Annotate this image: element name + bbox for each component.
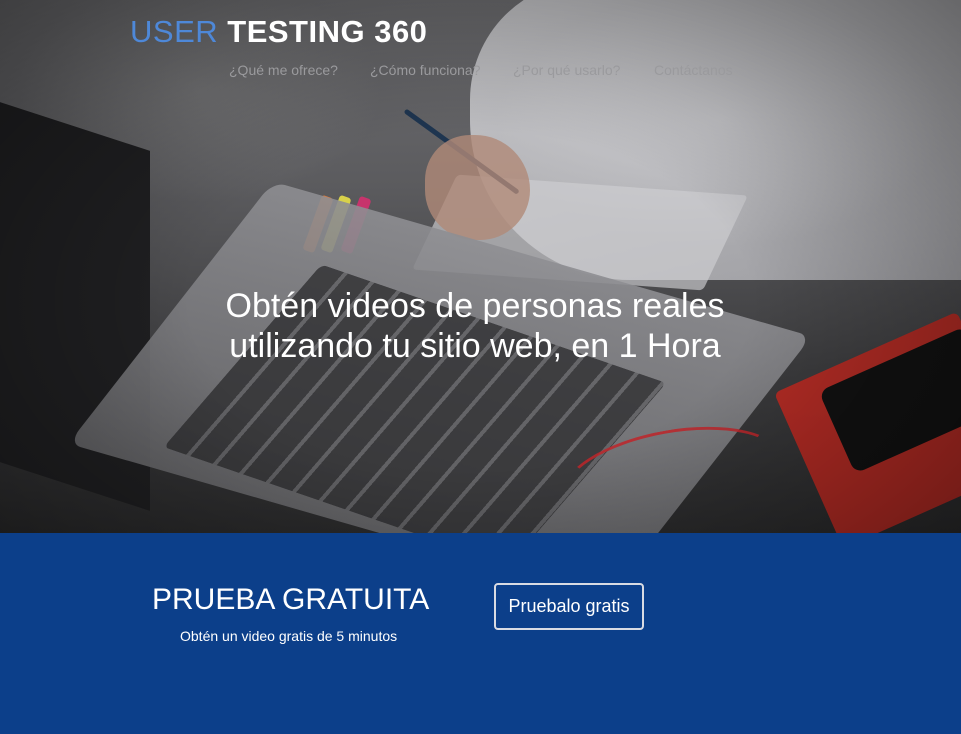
try-free-button[interactable]: Pruebalo gratis [494,583,644,630]
nav-link-como-funciona[interactable]: ¿Cómo funciona? [370,62,481,78]
hero-headline-line-1: Obtén videos de personas reales [225,287,725,325]
hero-headline-line-2: utilizando tu sitio web, en 1 Hora [229,327,721,365]
nav-link-que-me-ofrece[interactable]: ¿Qué me ofrece? [229,62,338,78]
free-trial-subtitle: Obtén un video gratis de 5 minutos [180,628,398,644]
free-trial-title: PRUEBA GRATUITA [152,583,430,616]
free-trial-section: PRUEBA GRATUITA Obtén un video gratis de… [0,533,961,734]
hero-headline: Obtén videos de personas reales utilizan… [160,286,790,366]
logo-testing-text: TESTING 360 [218,14,428,49]
nav-link-por-que-usarlo[interactable]: ¿Por qué usarlo? [513,62,620,78]
hero-section: USER TESTING 360 ¿Qué me ofrece? ¿Cómo f… [0,0,961,533]
site-logo[interactable]: USER TESTING 360 [130,14,427,50]
nav-link-contactanos[interactable]: Contáctanos [654,62,733,78]
logo-user-text: USER [130,14,219,49]
main-nav: ¿Qué me ofrece? ¿Cómo funciona? ¿Por qué… [0,62,961,82]
